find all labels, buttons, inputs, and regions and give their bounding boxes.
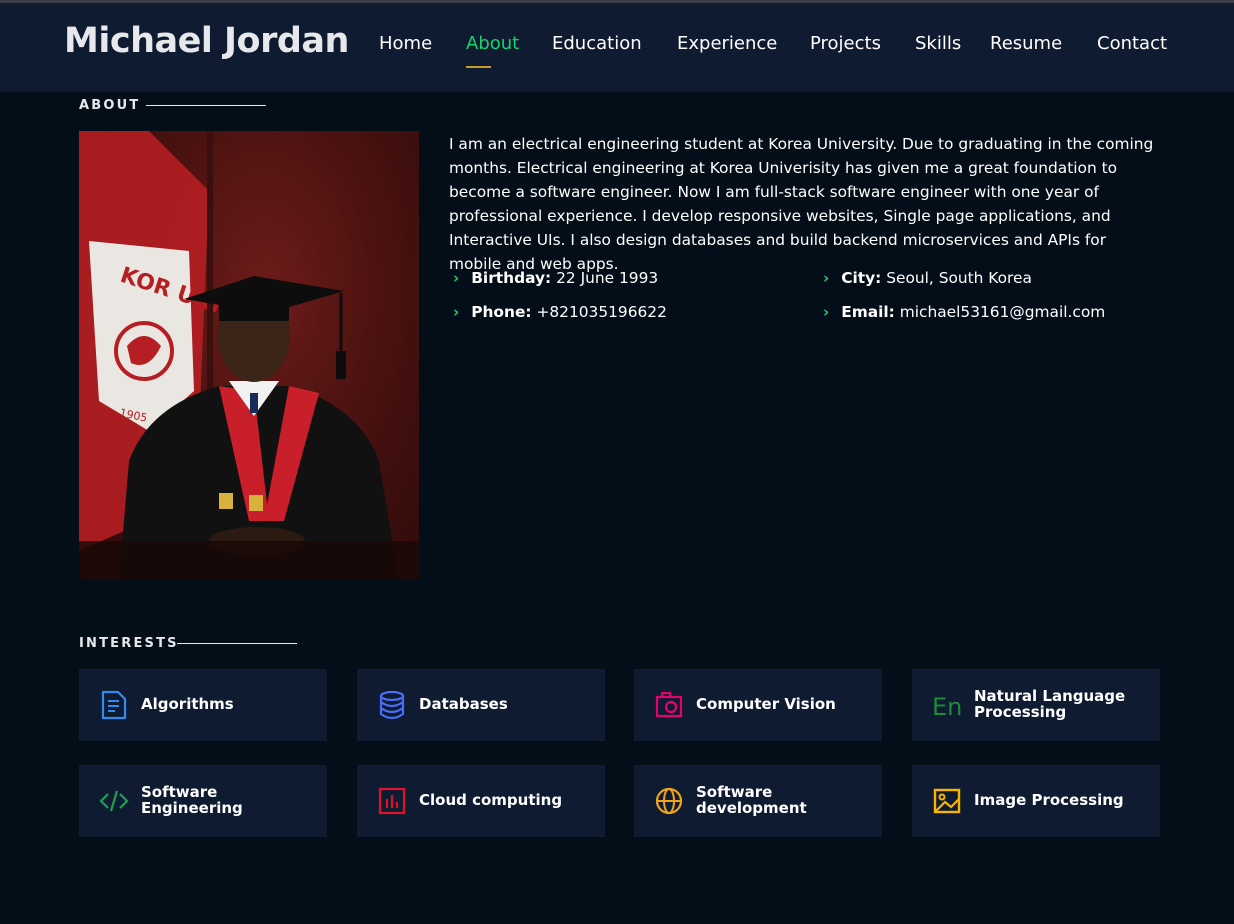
- language-icon: En: [932, 693, 962, 720]
- interest-label: Algorithms: [141, 695, 234, 713]
- interest-label: Software Engineering: [141, 783, 243, 817]
- interest-card-cloud-computing[interactable]: Cloud computing: [357, 765, 605, 837]
- info-birthday-value: 22 June 1993: [556, 269, 659, 287]
- interest-card-software-engineering[interactable]: Software Engineering: [79, 765, 327, 837]
- chevron-right-icon: ›: [453, 269, 460, 287]
- interest-card-nlp[interactable]: En Natural Language Processing: [912, 669, 1160, 741]
- interest-label: Cloud computing: [419, 791, 563, 809]
- chevron-right-icon: ›: [823, 269, 830, 287]
- nav-experience[interactable]: Experience: [677, 33, 777, 54]
- interest-label: Image Processing: [974, 791, 1124, 809]
- info-city: › City: Seoul, South Korea: [823, 269, 1032, 287]
- nav-about[interactable]: About: [466, 33, 519, 68]
- info-city-value: Seoul, South Korea: [886, 269, 1032, 287]
- interest-card-computer-vision[interactable]: Computer Vision: [634, 669, 882, 741]
- info-email-value[interactable]: michael53161@gmail.com: [900, 303, 1106, 321]
- chevron-right-icon: ›: [823, 303, 830, 321]
- globe-icon: [655, 787, 683, 815]
- interest-card-databases[interactable]: Databases: [357, 669, 605, 741]
- info-birthday-label: Birthday:: [471, 269, 552, 287]
- nav-resume[interactable]: Resume: [990, 33, 1062, 54]
- code-icon: [99, 790, 129, 812]
- interest-label: Databases: [419, 695, 508, 713]
- nav-projects[interactable]: Projects: [810, 33, 881, 54]
- database-icon: [379, 690, 405, 720]
- info-city-label: City:: [841, 269, 882, 287]
- about-section-title: ABOUT: [79, 98, 141, 113]
- interest-card-software-development[interactable]: Software development: [634, 765, 882, 837]
- interest-card-algorithms[interactable]: Algorithms: [79, 669, 327, 741]
- info-email: › Email: michael53161@gmail.com: [823, 303, 1105, 321]
- nav-skills[interactable]: Skills: [915, 33, 961, 54]
- camera-icon: [655, 692, 683, 718]
- site-logo[interactable]: Michael Jordan: [64, 21, 349, 61]
- nav-education[interactable]: Education: [552, 33, 642, 54]
- bar-chart-icon: [378, 787, 406, 815]
- svg-text:En: En: [932, 693, 962, 720]
- nav-home[interactable]: Home: [379, 33, 432, 54]
- info-email-label: Email:: [841, 303, 895, 321]
- nav-contact[interactable]: Contact: [1097, 33, 1167, 54]
- document-icon: [101, 690, 127, 720]
- interest-label: Software development: [696, 783, 807, 817]
- interest-card-image-processing[interactable]: Image Processing: [912, 765, 1160, 837]
- info-phone-value: +821035196622: [536, 303, 667, 321]
- about-title-line: [146, 105, 266, 106]
- info-phone-label: Phone:: [471, 303, 532, 321]
- interests-section-title: INTERESTS: [79, 636, 179, 651]
- info-birthday: › Birthday: 22 June 1993: [453, 269, 658, 287]
- chevron-right-icon: ›: [453, 303, 460, 321]
- profile-photo: KOR UNIVER 1905: [79, 131, 419, 580]
- image-icon: [933, 788, 961, 814]
- interest-label: Natural Language Processing: [974, 687, 1126, 721]
- interests-title-line: [177, 643, 297, 644]
- about-bio: I am an electrical engineering student a…: [449, 135, 1154, 273]
- interest-label: Computer Vision: [696, 695, 836, 713]
- site-header: Michael Jordan Home About Education Expe…: [0, 3, 1234, 92]
- info-phone: › Phone: +821035196622: [453, 303, 667, 321]
